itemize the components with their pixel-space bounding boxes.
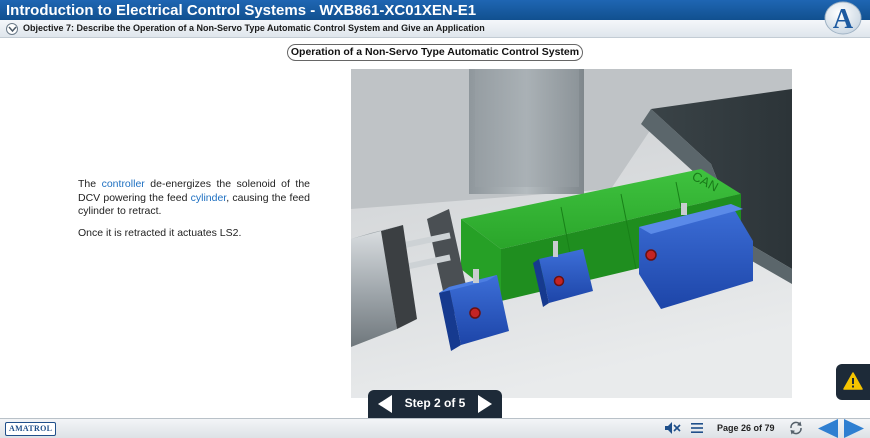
course-title: Introduction to Electrical Control Syste… bbox=[6, 2, 477, 19]
mute-icon[interactable] bbox=[664, 421, 682, 435]
warning-icon bbox=[843, 372, 863, 390]
chevron-down-icon[interactable] bbox=[6, 23, 18, 35]
logo-letter: A bbox=[833, 4, 854, 35]
next-step-icon[interactable] bbox=[478, 395, 492, 413]
objective-text: Objective 7: Describe the Operation of a… bbox=[23, 23, 485, 33]
title-bar: Introduction to Electrical Control Syste… bbox=[0, 0, 870, 20]
controller-link[interactable]: controller bbox=[102, 178, 145, 190]
explanation-text: The controller de-energizes the solenoid… bbox=[78, 178, 310, 248]
page-indicator: Page 26 of 79 bbox=[717, 423, 775, 433]
amatrol-brand: AMATROL bbox=[5, 422, 57, 436]
cylinder-link[interactable]: cylinder bbox=[191, 192, 227, 204]
safety-warning-button[interactable] bbox=[836, 364, 870, 400]
animation-scene: CAN bbox=[351, 69, 792, 398]
footer-bar: AMATROL Page 26 of 79 bbox=[0, 418, 870, 438]
next-page-icon[interactable] bbox=[842, 419, 866, 438]
prev-page-icon[interactable] bbox=[816, 419, 840, 438]
refresh-icon[interactable] bbox=[788, 420, 804, 436]
section-title: Operation of a Non-Servo Type Automatic … bbox=[287, 44, 583, 61]
paragraph-1: The controller de-energizes the solenoid… bbox=[78, 178, 310, 217]
amatrol-logo: A bbox=[824, 1, 862, 35]
objective-bar[interactable]: Objective 7: Describe the Operation of a… bbox=[0, 20, 870, 38]
paragraph-2: Once it is retracted it actuates LS2. bbox=[78, 226, 242, 239]
step-navigator: Step 2 of 5 bbox=[368, 390, 502, 418]
menu-icon[interactable] bbox=[690, 421, 704, 435]
